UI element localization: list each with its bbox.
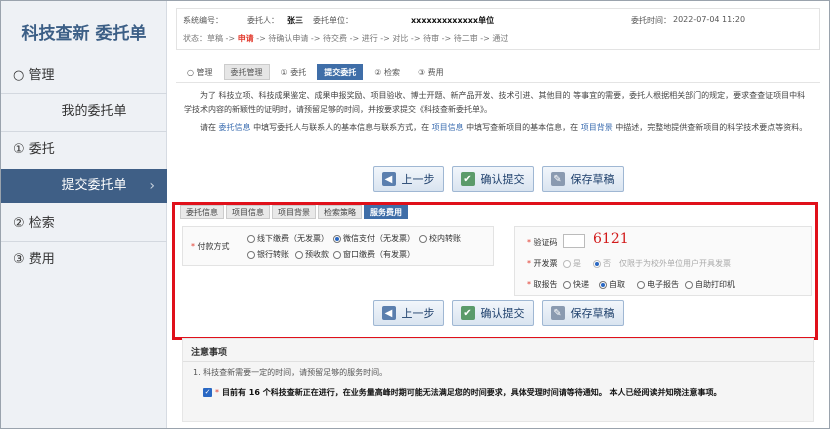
status-flow: 状态：草稿 -> 申请 -> 待确认申请 -> 待交费 -> 进行 -> 对比 … [183,33,508,44]
tab-order-manage[interactable]: 委托管理 [223,64,270,80]
sidebar-item-label: 提交委托单 [61,178,127,193]
instructions-p1: 为了 科技立项、科技成果鉴定、成果申报奖励、项目验收、博士开题、新产品开发、技术… [184,91,806,114]
unit-label: 委托单位： [313,16,353,25]
time-label: 委托时间： [631,16,671,25]
instructions: 为了 科技立项、科技成果鉴定、成果申报奖励、项目验收、博士开题、新产品开发、技术… [176,82,820,166]
sidebar-item-submit-order[interactable]: 提交委托单 › [1,169,167,203]
prev-button[interactable]: ◀ 上一步 [372,166,444,192]
save-draft-button[interactable]: ✎ 保存草稿 [541,166,624,192]
status-suffix: -> 待确认申请 -> 待交费 -> 进行 -> 对比 -> 待审 -> 待二审… [253,34,509,43]
notes-title: 注意事项 [191,348,228,358]
highlight-box [172,202,818,340]
sidebar-item-manage[interactable]: ○ 管理 [1,59,167,93]
check-icon: ✔ [460,172,475,186]
text: 中描述，完整地提供查新项目的科学技术要点等资料。 [612,123,808,132]
status-prefix: 状态：草稿 -> [183,34,238,43]
sidebar-divider [1,131,167,132]
confirm-submit-button[interactable]: ✔ 确认提交 [451,166,534,192]
sidebar-item-fees[interactable]: ③ 费用 [1,243,167,277]
action-buttons-top: ◀ 上一步 ✔ 确认提交 ✎ 保存草稿 [176,166,820,192]
unit-value: xxxxxxxxxxxxx单位 [411,16,495,25]
link-project-info[interactable]: 项目信息 [432,123,464,132]
tab-search[interactable]: ② 检索 [367,64,407,80]
text: 中填写委托人与联系人的基本信息与联系方式，在 [250,123,432,132]
required-star: * [215,388,219,397]
instructions-p2: 请在 委托信息 中填写委托人与联系人的基本信息与联系方式，在 项目信息 中填写查… [184,121,812,135]
client-value: 张三 [287,16,303,25]
link-project-background[interactable]: 项目背景 [581,123,613,132]
tab-submit[interactable]: 提交委托 [317,64,364,80]
order-info-box: 系统编号： 委托人： 张三 委托单位： xxxxxxxxxxxxx单位 委托时间… [176,8,820,50]
top-tabs: ○ 管理 委托管理 ① 委托 提交委托 ② 检索 ③ 费用 [180,64,451,80]
notes-divider [183,361,815,362]
time-value: 2022-07-04 11:20 [673,15,746,24]
tab-manage[interactable]: ○ 管理 [180,64,220,80]
agree-checkbox-row[interactable]: ✓ * 目前有 16 个科技查新正在进行，在业务量高峰时期可能无法满足您的时间要… [203,387,721,398]
sidebar-item-search[interactable]: ② 检索 [1,207,167,241]
prev-label: 上一步 [401,173,435,186]
client-label: 委托人： [247,16,279,25]
arrow-left-icon: ◀ [381,172,396,186]
chevron-right-icon: › [149,178,155,194]
link-client-info[interactable]: 委托信息 [219,123,251,132]
sidebar-title: 科技查新 委托单 [21,24,147,44]
save-icon: ✎ [550,172,565,186]
tab-fees[interactable]: ③ 费用 [411,64,451,80]
save-label: 保存草稿 [570,173,615,186]
sidebar-item-my-orders[interactable]: 我的委托单 [1,95,167,129]
notes-item-1: 1. 科技查新需要一定的时间，请预留足够的服务时间。 [193,368,388,377]
text: 中填写查新项目的基本信息，在 [463,123,581,132]
status-current: 申请 [237,34,254,43]
system-no-label: 系统编号： [183,16,223,25]
sidebar-divider [1,241,167,242]
sidebar-item-delegate[interactable]: ① 委托 [1,133,167,167]
notes-panel: 注意事项 1. 科技查新需要一定的时间，请预留足够的服务时间。 ✓ * 目前有 … [182,338,815,422]
notes-item-2: 目前有 16 个科技查新正在进行，在业务量高峰时期可能无法满足您的时间要求，具体… [222,388,722,397]
sidebar: 科技查新 委托单 ○ 管理 我的委托单 ① 委托 提交委托单 › ② 检索 ③ … [1,1,167,428]
agree-checkbox[interactable]: ✓ [203,388,212,397]
text: 请在 [200,123,219,132]
tab-delegate[interactable]: ① 委托 [274,64,314,80]
sidebar-divider [1,93,167,94]
confirm-label: 确认提交 [480,173,525,186]
